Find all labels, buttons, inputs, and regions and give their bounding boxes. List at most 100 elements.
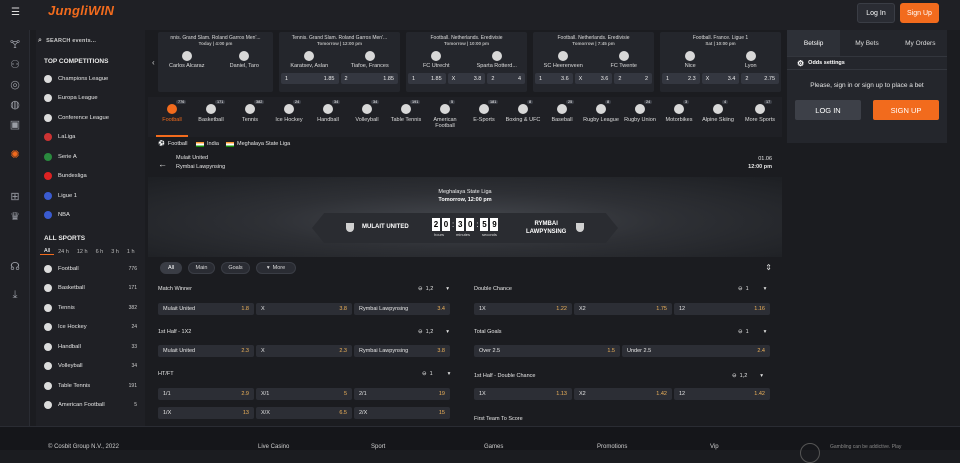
sport-tab-rugby-union[interactable]: 24 Rugby Union [618,100,662,136]
odd-button[interactable]: 1/1 2.9 [158,388,254,400]
crumb-league[interactable]: Meghalaya State Liga [226,141,290,147]
sport-tab-basketball[interactable]: 171 Basketball [189,100,233,136]
sport-tab-table-tennis[interactable]: 191 Table Tennis [384,100,428,136]
odd-button[interactable]: 12 1.16 [674,303,770,315]
footer-link-sport[interactable]: Sport [371,444,385,450]
competition-item[interactable]: Serie A [36,147,145,167]
download-icon[interactable]: ⤓ [8,288,22,302]
basketball-icon[interactable]: ◍ [8,98,22,112]
odd-button[interactable]: 1X 1.13 [474,388,572,400]
back-arrow-icon[interactable]: ← [158,159,167,169]
footer-link-promotions[interactable]: Promotions [597,444,627,450]
bike-icon[interactable]: ⚇ [8,58,22,72]
tab-betslip[interactable]: Betslip [787,30,841,56]
time-filter[interactable]: 1 h [123,249,139,255]
sport-tab-baseball[interactable]: 25 Baseball [540,100,584,136]
odd-button[interactable]: 1 1.85 [408,73,446,84]
sport-item[interactable]: Volleyball 34 [36,357,145,377]
sport-item[interactable]: Tennis 382 [36,298,145,318]
sport-tab-rugby-league[interactable]: 8 Rugby League [579,100,623,136]
sport-item[interactable]: American Football 5 [36,396,145,416]
odd-button[interactable]: 22 [614,73,653,84]
filter-all[interactable]: All [160,262,182,274]
tab-my-orders[interactable]: My Orders [894,30,947,56]
sport-tab-alpine-skiing[interactable]: 4 Alpine Skiing [696,100,740,136]
footer-link-vip[interactable]: Vip [710,444,719,450]
gift-icon[interactable]: ⊞ [8,190,22,204]
competition-item[interactable]: Champions League [36,69,145,89]
market-controls[interactable]: ⊖ 1,2 ▾ [732,373,763,379]
odd-button[interactable]: X/1 5 [256,388,352,400]
odd-button[interactable]: Under 2.5 2.4 [622,345,770,357]
odd-button[interactable]: X/X 6.5 [256,407,352,419]
odd-button[interactable]: X 2.3 [256,345,352,357]
menu-icon[interactable]: ☰ [11,8,21,18]
market-controls[interactable]: ⊖ 1,2 ▾ [418,286,449,292]
odd-button[interactable]: 2/1 19 [354,388,450,400]
competition-item[interactable]: Europa League [36,89,145,109]
tab-my-bets[interactable]: My Bets [840,30,893,56]
event-card[interactable]: Tennis. Grand Slam. Roland Garros Men'..… [279,32,400,92]
crumb-sport[interactable]: ⚽ Football [158,141,187,147]
crumb-country[interactable]: India [196,141,219,147]
login-button[interactable]: Log In [857,3,895,23]
live-icon[interactable]: ✺ [8,148,22,162]
betslip-signup-button[interactable]: SIGN UP [873,100,939,120]
odd-button[interactable]: 2 2.75 [741,73,780,84]
filter-main[interactable]: Main [188,262,215,274]
sport-tab-boxing[interactable]: 8 Boxing & UFC [501,100,545,136]
odd-button[interactable]: X 3.8 [256,303,352,315]
odd-button[interactable]: 1 2.3 [662,73,700,84]
market-controls[interactable]: ⊖ 1 ▾ [422,371,450,377]
sport-tab-volleyball[interactable]: 34 Volleyball [345,100,389,136]
sport-tab-more[interactable]: 17 More Sports [738,100,782,136]
betslip-login-button[interactable]: LOG IN [795,100,861,120]
sport-tab-esports[interactable]: 181 E-Sports [462,100,506,136]
sport-tab-american-football[interactable]: 5 American Football [423,100,467,136]
sport-tab-football[interactable]: 776 Football [150,100,194,137]
event-card[interactable]: Football. Netherlands. Eredivisie Tomorr… [406,32,527,92]
event-card[interactable]: Football. France. Ligue 1 Sat | 10:00 pm… [660,32,781,92]
odd-button[interactable]: 24 [487,73,526,84]
footer-link-live-casino[interactable]: Live Casino [258,444,289,450]
event-card[interactable]: nnis. Grand Slam. Roland Garros Men'... … [158,32,273,92]
odd-button[interactable]: 1 1.85 [281,73,339,84]
odd-button[interactable]: Rymbai Lawpynsing 3.4 [354,303,450,315]
footer-link-games[interactable]: Games [484,444,503,450]
market-controls[interactable]: ⊖ 1 ▾ [738,329,766,335]
competition-item[interactable]: Conference League [36,108,145,128]
filter-more[interactable]: ▾ More [256,262,296,274]
competition-item[interactable]: Ligue 1 [36,186,145,206]
time-filter[interactable]: 3 h [107,249,123,255]
filter-goals[interactable]: Goals [221,262,250,274]
odd-button[interactable]: 1 3.6 [535,73,573,84]
trophy-icon[interactable]: 🝖 [8,38,22,52]
odds-settings[interactable]: ⚙ Odds settings [787,57,947,70]
sport-item[interactable]: Handball 33 [36,337,145,357]
odd-button[interactable]: 1X 1.22 [474,303,572,315]
support-icon[interactable]: ☊ [8,260,22,274]
competition-item[interactable]: Bundesliga [36,167,145,187]
odd-button[interactable]: Mulait United 2.3 [158,345,254,357]
odd-button[interactable]: 2/X 15 [354,407,450,419]
sport-item[interactable]: Ice Hockey 24 [36,318,145,338]
competition-item[interactable]: NBA [36,206,145,226]
time-filter[interactable]: 12 h [73,249,92,255]
time-filter[interactable]: All [40,248,55,255]
market-controls[interactable]: ⊖ 1 ▾ [738,286,766,292]
sport-tab-tennis[interactable]: 382 Tennis [228,100,272,136]
sport-item[interactable]: Basketball 171 [36,279,145,299]
odd-button[interactable]: X 3.6 [574,73,613,84]
chevron-left-icon[interactable]: ‹ [152,58,155,67]
odd-button[interactable]: 1/X 13 [158,407,254,419]
odd-button[interactable]: X 3.4 [701,73,740,84]
competition-item[interactable]: LaLiga [36,128,145,148]
time-filter[interactable]: 6 h [92,249,108,255]
odd-button[interactable]: 2 1.85 [340,73,398,84]
collapse-icon[interactable]: ⇕ [765,263,772,272]
time-filter[interactable]: 24 h [54,249,73,255]
search-input[interactable]: ⌕ SEARCH events... [38,34,143,48]
event-card[interactable]: Football. Netherlands. Eredivisie Tomorr… [533,32,654,92]
odd-button[interactable]: X2 1.75 [574,303,672,315]
ball-icon[interactable]: ◎ [8,78,22,92]
